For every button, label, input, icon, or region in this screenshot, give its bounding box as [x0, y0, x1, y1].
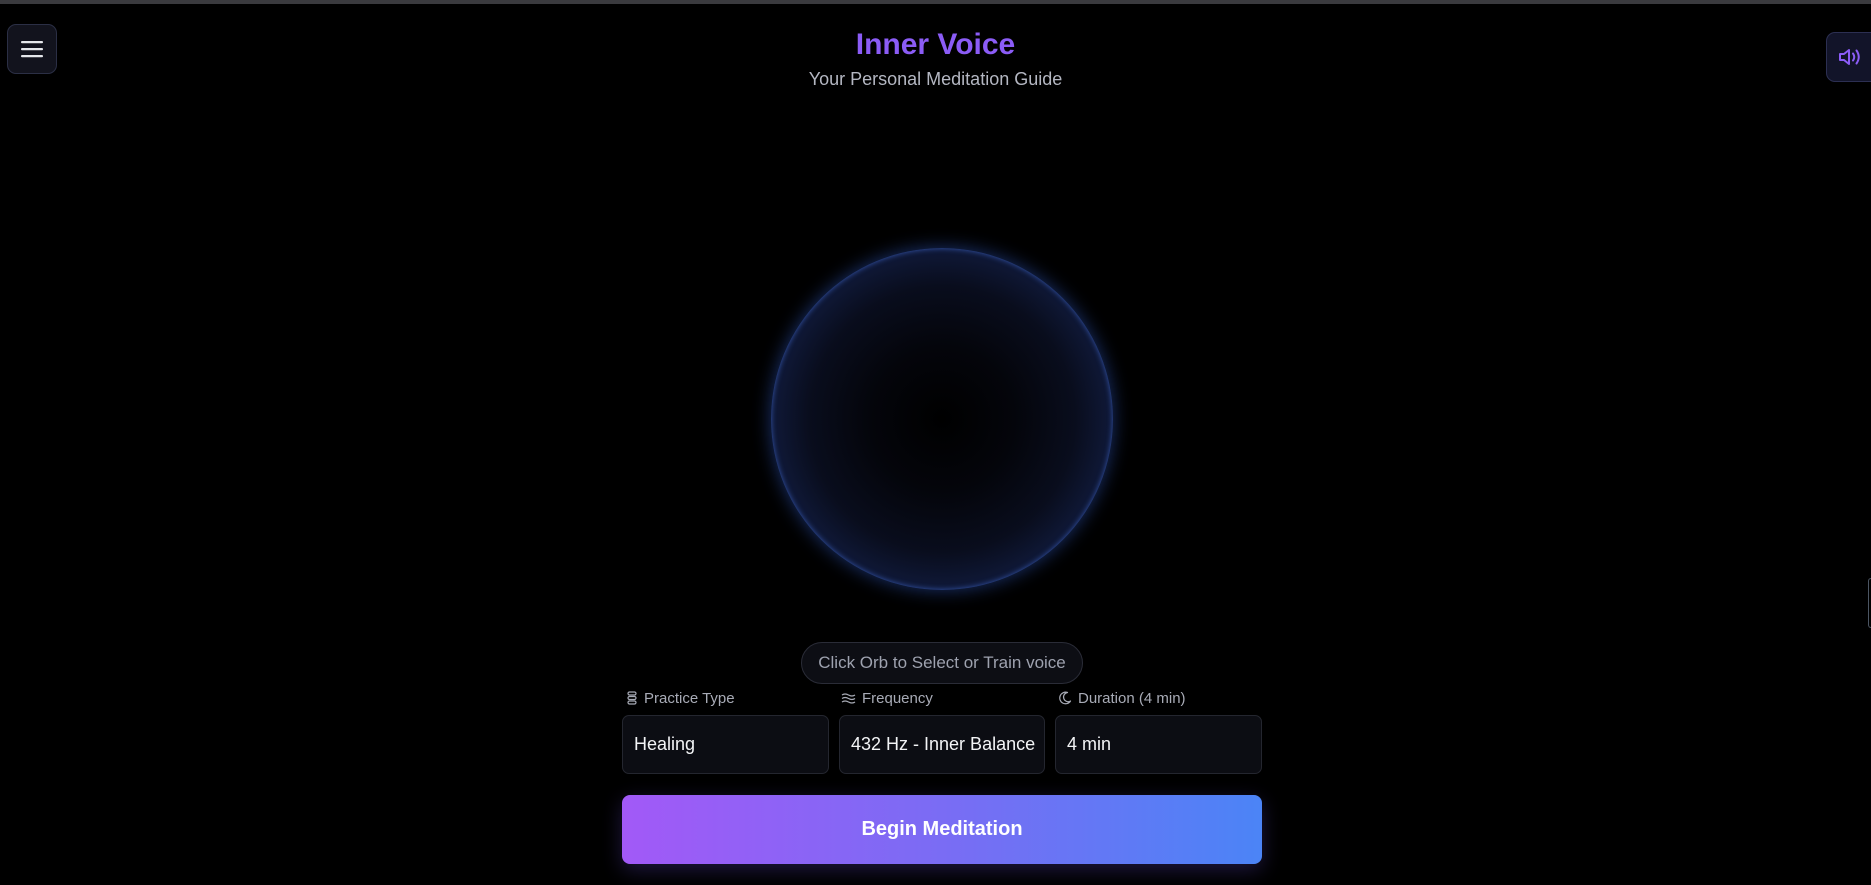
practice-type-label: Practice Type [626, 688, 735, 708]
voice-orb[interactable] [771, 248, 1113, 590]
practice-type-value: Healing [634, 734, 696, 754]
duration-value: 4 min [1067, 734, 1112, 754]
app-subtitle: Your Personal Meditation Guide [808, 69, 1063, 89]
window-top-strip [0, 0, 1871, 4]
lotus-icon [627, 691, 637, 705]
app-title: Inner Voice [855, 28, 1016, 61]
practice-type-select[interactable]: Healing [622, 715, 829, 774]
frequency-label-text: Frequency [862, 689, 933, 707]
speaker-volume-icon [1839, 49, 1860, 65]
frequency-label: Frequency [841, 688, 933, 708]
frequency-value: 432 Hz - Inner Balance [851, 734, 1036, 754]
orb-hint[interactable]: Click Orb to Select or Train voice [801, 642, 1083, 684]
practice-type-label-text: Practice Type [644, 689, 735, 707]
waves-icon [841, 693, 856, 704]
duration-label-text: Duration (4 min) [1078, 689, 1186, 707]
moon-icon [1059, 691, 1072, 705]
sound-toggle-button[interactable] [1826, 32, 1871, 82]
begin-meditation-button[interactable]: Begin Meditation [622, 795, 1262, 864]
duration-label: Duration (4 min) [1058, 688, 1186, 708]
duration-select[interactable]: 4 min [1055, 715, 1262, 774]
frequency-select[interactable]: 432 Hz - Inner Balance [839, 715, 1045, 774]
app-header: Inner Voice Your Personal Meditation Gui… [0, 24, 1871, 91]
